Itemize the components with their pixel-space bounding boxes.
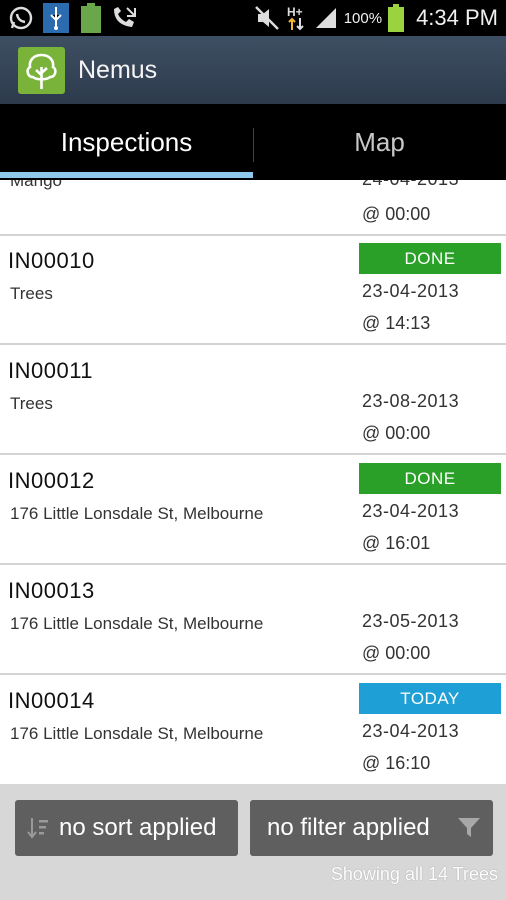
item-time: @ 14:13 [362,313,431,333]
battery-icon [388,4,405,32]
item-subtitle: 176 Little Lonsdale St, Melbourne [10,614,264,633]
item-date: 23-04-2013 [362,501,460,521]
hplus-data-icon: H+ [287,5,304,31]
sort-label: no sort applied [59,814,217,841]
filter-label: no filter applied [267,814,430,841]
battery-percent: 100% [343,9,383,27]
battery-small-icon [81,3,101,33]
tab-inspections[interactable]: Inspections [0,104,253,180]
tab-map[interactable]: Map [253,104,506,180]
list-item[interactable]: IN00010 Trees DONE 23-04-2013 @ 14:13 [0,236,506,345]
status-badge: TODAY [359,683,501,714]
item-date: 23-08-2013 [362,391,460,411]
item-subtitle: Trees [10,394,53,413]
tab-selected-indicator [0,172,253,178]
mute-icon [254,6,279,30]
missed-call-icon [114,7,136,27]
list-item[interactable]: Mango 24-04-2013 @ 00:00 [0,180,506,236]
item-date: 24-04-2013 [362,180,459,190]
showing-count-text: Showing all 14 Trees [330,864,498,884]
whatsapp-icon [9,6,33,30]
item-date: 23-04-2013 [362,281,460,301]
clock: 4:34 PM [416,5,498,30]
list-item[interactable]: IN00012 176 Little Lonsdale St, Melbourn… [0,456,506,565]
tab-bar: Inspections Map [0,104,506,180]
item-time: @ 16:10 [362,753,431,773]
sort-button[interactable]: no sort applied [15,800,238,856]
filter-icon [458,818,480,837]
item-date: 23-04-2013 [362,721,460,741]
action-bar: Nemus [0,36,506,104]
list-item[interactable]: IN00013 176 Little Lonsdale St, Melbourn… [0,566,506,675]
item-time: @ 16:01 [362,533,431,553]
item-subtitle: Mango [10,180,62,190]
signal-icon [315,8,336,28]
item-date: 23-05-2013 [362,611,460,631]
app-logo[interactable] [18,47,65,94]
usb-icon [43,3,69,33]
item-subtitle: Trees [10,284,53,303]
item-id: IN00013 [8,578,95,603]
item-time: @ 00:00 [362,204,431,224]
svg-text:H+: H+ [287,5,303,19]
status-badge: DONE [359,243,501,274]
inspection-list[interactable]: Mango 24-04-2013 @ 00:00 IN00010 Trees D… [0,180,506,784]
item-subtitle: 176 Little Lonsdale St, Melbourne [10,724,264,743]
item-id: IN00012 [8,468,95,493]
bottom-bar: no sort applied no filter applied Showin… [0,784,506,900]
sort-icon [27,818,48,839]
list-item[interactable]: IN00011 Trees 23-08-2013 @ 00:00 [0,346,506,455]
item-id: IN00014 [8,688,95,713]
item-time: @ 00:00 [362,423,431,443]
list-item[interactable]: IN00014 176 Little Lonsdale St, Melbourn… [0,676,506,784]
item-subtitle: 176 Little Lonsdale St, Melbourne [10,504,264,523]
status-badge: DONE [359,463,501,494]
tree-icon [26,53,57,89]
status-bar: H+ 100% 4:34 PM [0,0,506,36]
app-title: Nemus [78,56,158,84]
item-time: @ 00:00 [362,643,431,663]
filter-button[interactable]: no filter applied [250,800,493,856]
item-id: IN00010 [8,248,95,273]
item-id: IN00011 [8,358,94,383]
